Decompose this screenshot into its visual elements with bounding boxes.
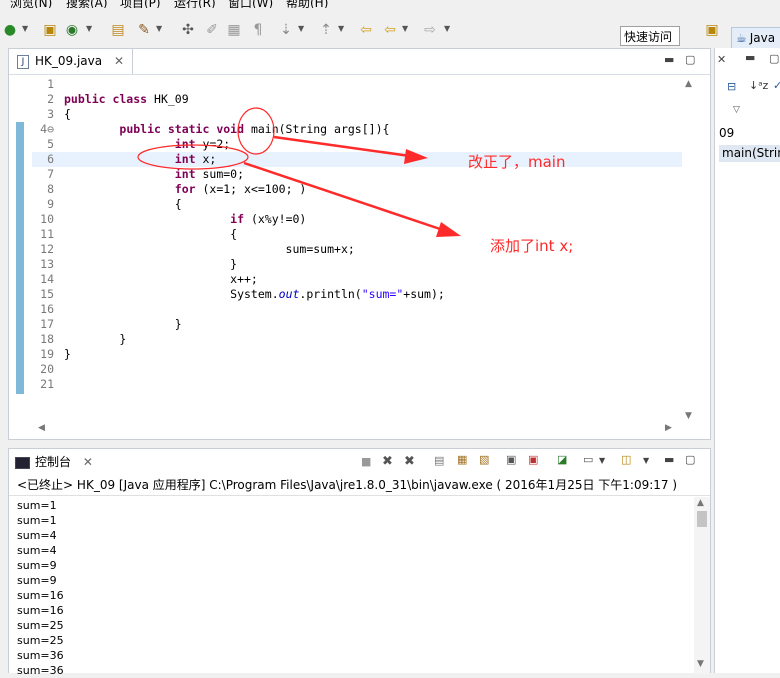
sort-icon[interactable]: ↓ᵃz xyxy=(749,79,768,92)
console-output-line: sum=36 xyxy=(17,664,64,677)
console-output-line: sum=16 xyxy=(17,604,64,617)
scroll-up-icon[interactable]: ▲ xyxy=(697,498,704,508)
scroll-thumb[interactable] xyxy=(697,511,707,527)
console-output-line: sum=16 xyxy=(17,589,64,602)
circle-int-x xyxy=(137,144,249,170)
console-output-line: sum=25 xyxy=(17,619,64,632)
collapse-all-icon[interactable]: ⊟ xyxy=(727,80,736,93)
maximize-icon[interactable]: ▢ xyxy=(685,453,695,466)
minimize-icon[interactable]: ▬ xyxy=(664,453,674,466)
arrow-line-2 xyxy=(243,161,444,232)
outline-method-item[interactable]: main(String xyxy=(719,145,780,162)
console-output-line: sum=4 xyxy=(17,544,57,557)
console-status: <已终止> HK_09 [Java 应用程序] C:\Program Files… xyxy=(17,478,678,492)
scroll-lock-icon[interactable]: ▦ xyxy=(457,453,467,466)
console-icon xyxy=(15,456,30,469)
arrow-line-1 xyxy=(273,135,411,158)
console-tab-label: 控制台 xyxy=(35,455,72,469)
minimize-icon[interactable]: ▬ xyxy=(745,51,755,64)
tab-console[interactable]: 控制台 ✕ xyxy=(15,449,93,476)
annotation-note-main: 改正了，main xyxy=(468,153,566,171)
close-icon[interactable]: ✕ xyxy=(717,53,726,66)
circle-main xyxy=(237,107,275,155)
open-console-icon[interactable]: ◫ xyxy=(621,453,631,466)
console-output-line: sum=25 xyxy=(17,634,64,647)
chevron-down-icon[interactable]: ▼ xyxy=(599,456,605,465)
outline-class-item[interactable]: 09 xyxy=(719,126,734,140)
outline-panel: ✕ ▬ ▢ ⊟ ↓ᵃz ✓ ▽ 09 main(String xyxy=(714,48,780,673)
chevron-down-icon[interactable]: ▼ xyxy=(643,456,649,465)
close-icon[interactable]: ✕ xyxy=(83,455,93,469)
pin-console-icon[interactable]: ◪ xyxy=(557,453,567,466)
show-on-error-icon[interactable]: ▣ xyxy=(528,453,538,466)
word-wrap-icon[interactable]: ▧ xyxy=(479,453,489,466)
show-on-output-icon[interactable]: ▣ xyxy=(506,453,516,466)
terminate-icon[interactable]: ■ xyxy=(361,455,371,468)
view-menu-icon[interactable]: ▽ xyxy=(733,105,740,115)
maximize-icon[interactable]: ▢ xyxy=(769,52,779,65)
console-output-line: sum=36 xyxy=(17,649,64,662)
divider xyxy=(9,495,710,496)
remove-launch-icon[interactable]: ✖ xyxy=(382,454,393,469)
console-output-line: sum=4 xyxy=(17,529,57,542)
annotation-note-int-x: 添加了int x; xyxy=(490,237,574,255)
console-output-line: sum=1 xyxy=(17,514,57,527)
arrow-head-1 xyxy=(404,149,428,164)
console-panel: 控制台 ✕ ■ ✖ ✖ ▤ ▦ ▧ ▣ ▣ ◪ ▭ ▼ ◫ ▼ ▬ ▢ <已终止… xyxy=(8,448,711,677)
clear-console-icon[interactable]: ▤ xyxy=(434,454,444,467)
arrow-head-2 xyxy=(436,222,461,237)
remove-all-icon[interactable]: ✖ xyxy=(404,454,415,469)
display-console-icon[interactable]: ▭ xyxy=(583,453,593,466)
console-output-line: sum=9 xyxy=(17,559,57,572)
console-output[interactable]: sum=1 sum=1 sum=4 sum=4 sum=9 sum=9 sum=16 sum=… xyxy=(9,498,689,677)
hide-fields-icon[interactable]: ✓ xyxy=(773,79,780,92)
scroll-down-icon[interactable]: ▼ xyxy=(697,659,704,669)
console-vertical-scrollbar[interactable]: ▲ ▼ xyxy=(694,497,710,674)
console-output-line: sum=9 xyxy=(17,574,57,587)
console-output-line: sum=1 xyxy=(17,499,57,512)
